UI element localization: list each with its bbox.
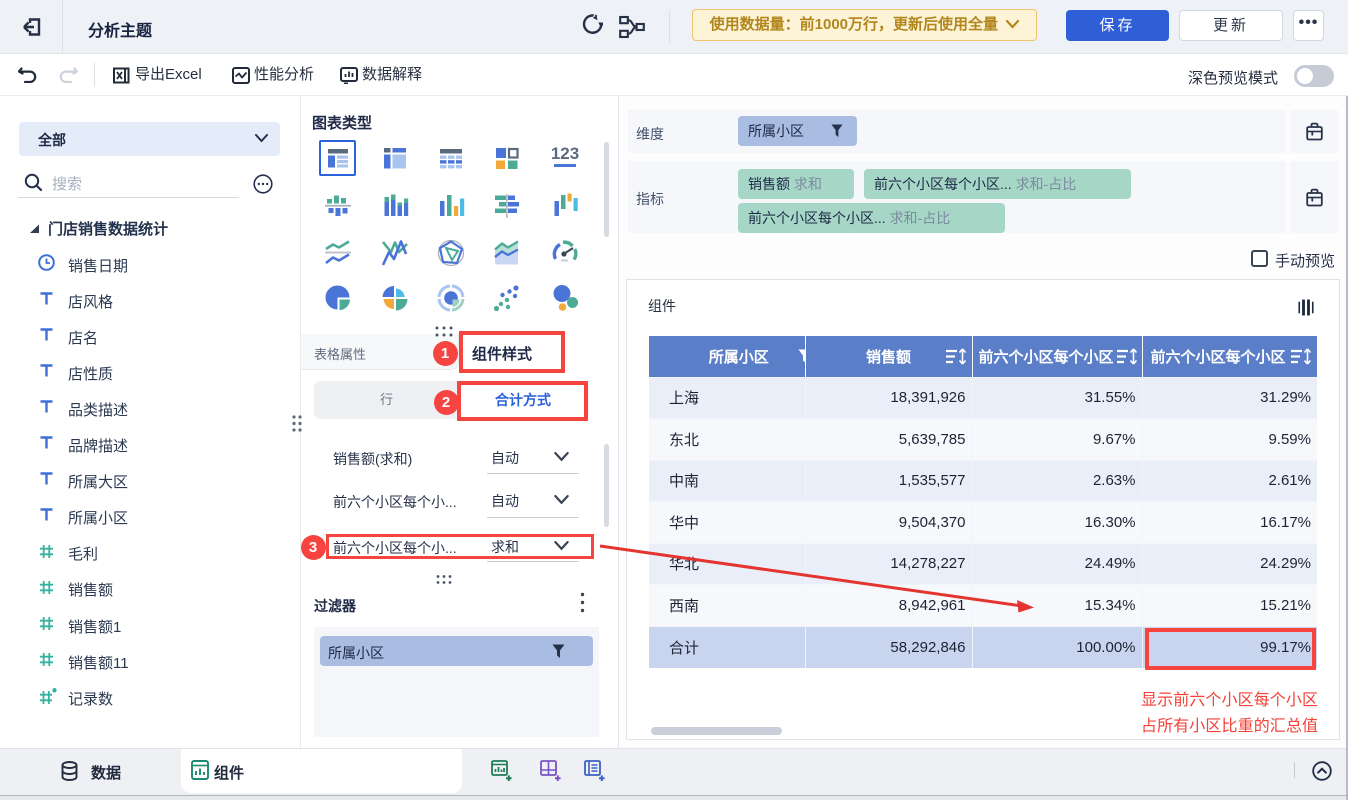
svg-text:123: 123 bbox=[551, 144, 579, 163]
